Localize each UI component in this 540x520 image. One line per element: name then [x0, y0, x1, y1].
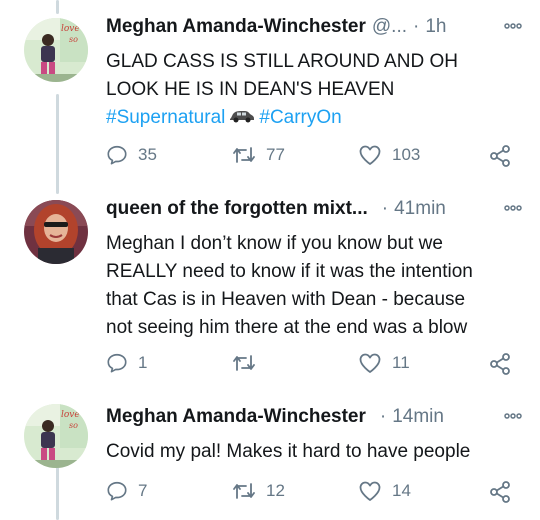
car-emoji-icon [229, 104, 255, 132]
hashtag-line: #Supernatural #CarryOn [106, 104, 522, 132]
tweet[interactable]: queen of the forgotten mixt... · 41min M… [0, 196, 540, 394]
tweet-actions: 35 77 103 [106, 144, 522, 170]
share-icon [490, 353, 510, 375]
hashtag-link[interactable]: #CarryOn [259, 107, 341, 128]
separator-dot: · [381, 198, 389, 219]
tweet-actions: 7 12 14 [106, 480, 522, 506]
tweet-header: Meghan Amanda-Winchester @... · 1h [106, 16, 522, 44]
avatar[interactable]: love so [24, 404, 88, 468]
svg-text:so: so [69, 35, 78, 44]
retweet-count: 77 [266, 145, 285, 164]
tweet-header: Meghan Amanda-Winchester · 14min [106, 406, 522, 434]
like-button[interactable]: 14 [358, 480, 411, 502]
reply-count: 35 [138, 145, 157, 164]
heart-icon [359, 481, 381, 501]
reply-button[interactable]: 7 [106, 480, 147, 502]
like-count: 11 [392, 353, 410, 372]
tweet-actions: 1 11 [106, 352, 522, 378]
author-name[interactable]: queen of the forgotten mixt... [106, 198, 368, 220]
more-dots-icon[interactable] [504, 198, 522, 215]
avatar[interactable] [24, 200, 88, 264]
tweet-text-line: Covid my pal! Makes it hard to have peop… [106, 441, 471, 462]
more-dots-icon[interactable] [504, 406, 522, 423]
share-icon [490, 145, 510, 167]
share-button[interactable] [488, 352, 512, 376]
tweet-text-line: GLAD CASS IS STILL AROUND AND OH [106, 51, 458, 72]
tweet-text-line: not seeing him there at the end was a bl… [106, 317, 468, 338]
svg-text:love: love [61, 24, 80, 34]
like-button[interactable]: 11 [358, 352, 410, 374]
svg-text:so: so [69, 421, 78, 430]
reply-icon [107, 481, 127, 501]
retweet-button[interactable] [232, 352, 266, 374]
heart-icon [359, 353, 381, 373]
author-handle[interactable]: @... [372, 16, 407, 38]
tweet[interactable]: love so Meghan Amanda-Winchester · 14min… [0, 404, 540, 520]
share-icon [490, 481, 510, 503]
author-name[interactable]: Meghan Amanda-Winchester [106, 16, 366, 38]
heart-icon [359, 145, 381, 165]
retweet-icon [233, 483, 255, 499]
hashtag-link[interactable]: #Supernatural [106, 107, 225, 128]
like-count: 103 [392, 145, 421, 164]
reply-icon [107, 353, 127, 373]
more-dots-icon[interactable] [504, 16, 522, 33]
like-button[interactable]: 103 [358, 144, 420, 166]
thread-line [56, 0, 59, 14]
like-count: 14 [392, 481, 411, 500]
svg-text:love: love [61, 410, 80, 420]
retweet-icon [233, 355, 255, 371]
tweet-text-line: REALLY need to know if it was the intent… [106, 261, 473, 282]
retweet-button[interactable]: 77 [232, 144, 285, 166]
tweet-text: Meghan I don’t know if you know but we R… [106, 230, 522, 342]
tweet-text: Covid my pal! Makes it hard to have peop… [106, 438, 522, 466]
tweet-text-line: Meghan I don’t know if you know but we [106, 233, 443, 254]
separator-dot: · [379, 406, 387, 427]
tweet-header: queen of the forgotten mixt... · 41min [106, 198, 522, 226]
author-name[interactable]: Meghan Amanda-Winchester [106, 406, 366, 428]
tweet[interactable]: love so Meghan Amanda-Winchester @... · … [0, 14, 540, 194]
tweet-text-line: that Cas is in Heaven with Dean - becaus… [106, 289, 466, 310]
share-button[interactable] [488, 144, 512, 168]
timestamp[interactable]: 1h [425, 16, 446, 38]
separator-dot: · [413, 16, 420, 37]
reply-count: 7 [138, 481, 148, 500]
timestamp[interactable]: 14min [392, 406, 444, 428]
avatar[interactable]: love so [24, 18, 88, 82]
timestamp[interactable]: 41min [394, 198, 446, 220]
tweet-text-line: LOOK HE IS IN DEAN'S HEAVEN [106, 79, 395, 100]
retweet-count: 12 [266, 481, 285, 500]
reply-icon [107, 145, 127, 165]
reply-button[interactable]: 1 [106, 352, 147, 374]
reply-button[interactable]: 35 [106, 144, 157, 166]
retweet-icon [233, 147, 255, 163]
share-button[interactable] [488, 480, 512, 504]
retweet-button[interactable]: 12 [232, 480, 285, 502]
reply-count: 1 [138, 353, 148, 372]
tweet-text: GLAD CASS IS STILL AROUND AND OH LOOK HE… [106, 48, 522, 132]
